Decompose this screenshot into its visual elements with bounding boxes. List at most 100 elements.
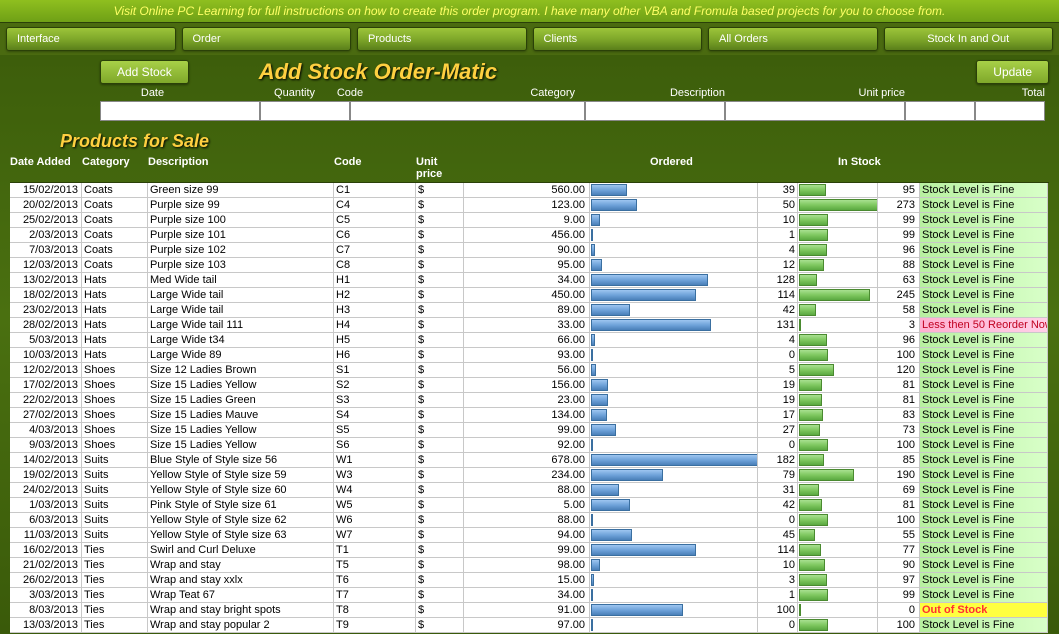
table-row[interactable]: 28/02/2013HatsLarge Wide tail 111H4$33.0…: [10, 318, 1049, 333]
add-stock-button[interactable]: Add Stock: [100, 60, 189, 84]
cell-stock-bar: [798, 453, 878, 468]
table-row[interactable]: 15/02/2013CoatsGreen size 99C1$560.00399…: [10, 183, 1049, 198]
nav-clients[interactable]: Clients: [533, 27, 703, 51]
unitprice-input[interactable]: [905, 101, 975, 121]
table-row[interactable]: 12/03/2013CoatsPurple size 103C8$95.0012…: [10, 258, 1049, 273]
table-row[interactable]: 9/03/2013ShoesSize 15 Ladies YellowS6$92…: [10, 438, 1049, 453]
cell-code: S1: [334, 363, 416, 378]
cell-ordered-bar: [590, 468, 758, 483]
cell-code: H4: [334, 318, 416, 333]
code-input[interactable]: [350, 101, 585, 121]
table-row[interactable]: 24/02/2013SuitsYellow Style of Style siz…: [10, 483, 1049, 498]
cell-ordered-bar: [590, 288, 758, 303]
table-row[interactable]: 13/02/2013HatsMed Wide tailH1$34.0012863…: [10, 273, 1049, 288]
table-row[interactable]: 19/02/2013SuitsYellow Style of Style siz…: [10, 468, 1049, 483]
cell-code: H5: [334, 333, 416, 348]
table-row[interactable]: 13/03/2013TiesWrap and stay popular 2T9$…: [10, 618, 1049, 633]
cell-price: 9.00: [464, 213, 590, 228]
total-input[interactable]: [975, 101, 1045, 121]
table-row[interactable]: 5/03/2013HatsLarge Wide t34H5$66.00496St…: [10, 333, 1049, 348]
label-unitprice: Unit price: [725, 87, 905, 99]
cell-category: Shoes: [82, 378, 148, 393]
cell-ordered: 79: [758, 468, 798, 483]
cell-ordered: 5: [758, 363, 798, 378]
cell-description: Large Wide t34: [148, 333, 334, 348]
table-row[interactable]: 25/02/2013CoatsPurple size 100C5$9.00109…: [10, 213, 1049, 228]
cell-date: 6/03/2013: [10, 513, 82, 528]
table-row[interactable]: 12/02/2013ShoesSize 12 Ladies BrownS1$56…: [10, 363, 1049, 378]
cell-category: Ties: [82, 603, 148, 618]
cell-status: Stock Level is Fine: [920, 363, 1048, 378]
nav-stock-in-out[interactable]: Stock In and Out: [884, 27, 1054, 51]
table-row[interactable]: 11/03/2013SuitsYellow Style of Style siz…: [10, 528, 1049, 543]
cell-date: 11/03/2013: [10, 528, 82, 543]
cell-stock: 100: [878, 438, 920, 453]
description-input[interactable]: [725, 101, 905, 121]
cell-price: 123.00: [464, 198, 590, 213]
table-row[interactable]: 2/03/2013CoatsPurple size 101C6$456.0019…: [10, 228, 1049, 243]
table-row[interactable]: 1/03/2013SuitsPink Style of Style size 6…: [10, 498, 1049, 513]
cell-code: S5: [334, 423, 416, 438]
cell-stock: 97: [878, 573, 920, 588]
table-row[interactable]: 18/02/2013HatsLarge Wide tailH2$450.0011…: [10, 288, 1049, 303]
cell-currency: $: [416, 318, 464, 333]
cell-stock: 55: [878, 528, 920, 543]
category-input[interactable]: [585, 101, 725, 121]
cell-code: W1: [334, 453, 416, 468]
nav-allorders[interactable]: All Orders: [708, 27, 878, 51]
cell-status: Stock Level is Fine: [920, 618, 1048, 633]
table-row[interactable]: 14/02/2013SuitsBlue Style of Style size …: [10, 453, 1049, 468]
cell-ordered: 100: [758, 603, 798, 618]
cell-currency: $: [416, 498, 464, 513]
table-row[interactable]: 10/03/2013HatsLarge Wide 89H6$93.000100S…: [10, 348, 1049, 363]
cell-status: Less then 50 Reorder Now: [920, 318, 1048, 333]
cell-price: 98.00: [464, 558, 590, 573]
update-button[interactable]: Update: [976, 60, 1049, 84]
cell-currency: $: [416, 423, 464, 438]
cell-code: T6: [334, 573, 416, 588]
cell-status: Out of Stock: [920, 603, 1048, 618]
cell-ordered: 42: [758, 498, 798, 513]
table-row[interactable]: 8/03/2013TiesWrap and stay bright spotsT…: [10, 603, 1049, 618]
cell-code: C6: [334, 228, 416, 243]
table-row[interactable]: 16/02/2013TiesSwirl and Curl DeluxeT1$99…: [10, 543, 1049, 558]
cell-description: Large Wide 89: [148, 348, 334, 363]
cell-code: S4: [334, 408, 416, 423]
date-input[interactable]: [100, 101, 260, 121]
table-row[interactable]: 23/02/2013HatsLarge Wide tailH3$89.00425…: [10, 303, 1049, 318]
cell-price: 33.00: [464, 318, 590, 333]
table-row[interactable]: 27/02/2013ShoesSize 15 Ladies MauveS4$13…: [10, 408, 1049, 423]
cell-date: 2/03/2013: [10, 228, 82, 243]
nav-order[interactable]: Order: [182, 27, 352, 51]
cell-status: Stock Level is Fine: [920, 558, 1048, 573]
cell-ordered: 131: [758, 318, 798, 333]
cell-currency: $: [416, 573, 464, 588]
cell-currency: $: [416, 393, 464, 408]
table-row[interactable]: 6/03/2013SuitsYellow Style of Style size…: [10, 513, 1049, 528]
table-row[interactable]: 3/03/2013TiesWrap Teat 67T7$34.00199Stoc…: [10, 588, 1049, 603]
cell-ordered: 17: [758, 408, 798, 423]
cell-code: C1: [334, 183, 416, 198]
table-row[interactable]: 17/02/2013ShoesSize 15 Ladies YellowS2$1…: [10, 378, 1049, 393]
cell-ordered-bar: [590, 273, 758, 288]
cell-code: W6: [334, 513, 416, 528]
cell-ordered: 0: [758, 618, 798, 633]
quantity-input[interactable]: [260, 101, 350, 121]
cell-code: C4: [334, 198, 416, 213]
cell-ordered: 45: [758, 528, 798, 543]
table-row[interactable]: 20/02/2013CoatsPurple size 99C4$123.0050…: [10, 198, 1049, 213]
table-row[interactable]: 22/02/2013ShoesSize 15 Ladies GreenS3$23…: [10, 393, 1049, 408]
table-row[interactable]: 26/02/2013TiesWrap and stay xxlxT6$15.00…: [10, 573, 1049, 588]
cell-description: Wrap and stay popular 2: [148, 618, 334, 633]
table-row[interactable]: 7/03/2013CoatsPurple size 102C7$90.00496…: [10, 243, 1049, 258]
cell-ordered-bar: [590, 483, 758, 498]
cell-category: Hats: [82, 288, 148, 303]
cell-status: Stock Level is Fine: [920, 228, 1048, 243]
nav-interface[interactable]: Interface: [6, 27, 176, 51]
cell-price: 15.00: [464, 573, 590, 588]
nav-products[interactable]: Products: [357, 27, 527, 51]
cell-stock: 96: [878, 243, 920, 258]
table-row[interactable]: 4/03/2013ShoesSize 15 Ladies YellowS5$99…: [10, 423, 1049, 438]
cell-code: S6: [334, 438, 416, 453]
table-row[interactable]: 21/02/2013TiesWrap and stayT5$98.001090S…: [10, 558, 1049, 573]
